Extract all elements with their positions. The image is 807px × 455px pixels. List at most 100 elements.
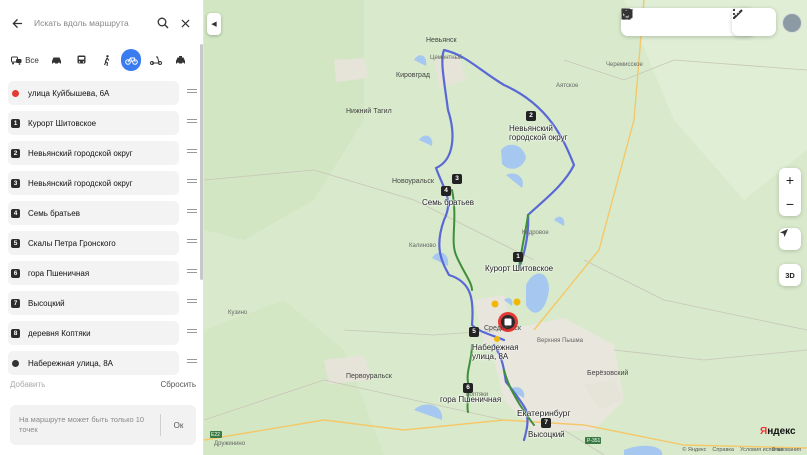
car-icon — [52, 57, 61, 64]
route-badge-6[interactable]: 6 — [463, 383, 473, 393]
waypoint-field[interactable]: улица Куйбышева, 6А — [8, 81, 179, 105]
close-icon[interactable] — [174, 12, 196, 34]
map-footer: © Яндекс Справка Условия использования — [682, 447, 801, 453]
user-avatar[interactable] — [782, 13, 802, 33]
waypoint-row: Невьянский городской округ 2 — [8, 140, 200, 170]
route-badge-1[interactable]: 1 — [513, 252, 523, 262]
drag-handle-icon[interactable] — [187, 299, 197, 307]
waypoint-row: Курорт Шитовское 1 — [8, 110, 200, 140]
zoom-in-button[interactable]: + — [779, 168, 801, 192]
waypoint-field[interactable]: Невьянский городской округ — [8, 171, 179, 195]
place-nevyansk: Невьянск — [426, 37, 457, 44]
route-label-yekaterinburg: Екатеринбург — [517, 408, 571, 418]
place-kedrovoe: Кедровое — [522, 230, 549, 236]
road-shield-r351: Р-351 — [587, 438, 601, 444]
footer-terms-link[interactable]: Условия использования — [740, 447, 801, 453]
map-layers-icon[interactable] — [621, 8, 671, 30]
place-kirovgrad: Кировград — [396, 72, 430, 79]
drag-handle-icon[interactable] — [187, 119, 197, 127]
search-icon[interactable] — [152, 12, 174, 34]
route-badge-5[interactable]: 5 — [469, 327, 479, 337]
drag-handle-icon[interactable] — [187, 149, 197, 157]
drag-handle-icon[interactable] — [187, 329, 197, 337]
mode-bike-button[interactable] — [121, 49, 141, 71]
route-panel: Искать вдоль маршрута Все улица Куйбышев… — [0, 0, 204, 455]
place-cementny: Цементный — [430, 55, 463, 61]
waypoint-number-badge: 7 — [11, 299, 20, 308]
waypoint-list: улица Куйбышева, 6А Курорт Шитовское 1 Невь… — [8, 80, 200, 380]
chevron-left-icon: ◀ — [211, 21, 217, 28]
route-badge-3[interactable]: 3 — [452, 174, 462, 184]
waypoint-number-badge: 8 — [11, 329, 20, 338]
waypoint-dot-icon — [12, 360, 19, 367]
drag-handle-icon[interactable] — [187, 209, 197, 217]
waypoint-field[interactable]: деревня Коптяки — [8, 321, 179, 345]
back-arrow-icon[interactable] — [8, 14, 26, 32]
scooter-icon — [149, 56, 162, 65]
waypoint-number-badge: 5 — [11, 239, 20, 248]
waypoint-row: Высоцкий 7 — [8, 290, 200, 320]
waypoint-field[interactable]: Невьянский городской округ — [8, 141, 179, 165]
limit-notice: На маршруте может быть только 10 точек О… — [10, 405, 196, 445]
mode-walk-button[interactable] — [96, 49, 117, 71]
waypoint-field[interactable]: гора Пшеничная — [8, 261, 179, 285]
place-ayatskoe: Аятское — [556, 83, 579, 89]
drag-handle-icon[interactable] — [187, 179, 197, 187]
place-novouralsk: Новоуральск — [392, 178, 434, 185]
waypoint-label: гора Пшеничная — [28, 268, 90, 278]
drag-handle-icon[interactable] — [187, 269, 197, 277]
waypoint-field[interactable]: Набережная улица, 8А — [8, 351, 179, 375]
waypoint-label: Курорт Шитовское — [28, 118, 97, 128]
waypoint-row: деревня Коптяки 8 — [8, 320, 200, 350]
map-scale: 9 км — [772, 447, 783, 453]
route-badge-4[interactable]: 4 — [441, 186, 451, 196]
more-menu-icon[interactable] — [732, 8, 773, 30]
waypoint-field[interactable]: Высоцкий — [8, 291, 179, 315]
mode-transit-button[interactable] — [71, 49, 92, 71]
mode-taxi-button[interactable] — [170, 49, 191, 71]
route-badge-2[interactable]: 2 — [526, 111, 536, 121]
waypoint-row: улица Куйбышева, 6А — [8, 80, 200, 110]
drag-handle-icon[interactable] — [187, 89, 197, 97]
search-row: Искать вдоль маршрута — [8, 8, 196, 38]
waypoint-label: Высоцкий — [28, 298, 65, 308]
route-badge-7[interactable]: 7 — [541, 418, 551, 428]
transit-layer-icon[interactable] — [621, 8, 721, 30]
map-view[interactable]: E22 Р-351 Невьянск Цементный Кировград Ч… — [204, 0, 807, 455]
ruler-icon[interactable] — [733, 9, 751, 30]
place-srednouralsk: Средне...ск — [484, 325, 521, 332]
bus-icon — [77, 55, 86, 64]
my-location-button[interactable] — [779, 228, 801, 250]
waypoint-label: Скалы Петра Гронского — [28, 238, 116, 248]
route-search-input[interactable]: Искать вдоль маршрута — [26, 18, 152, 28]
mode-scooter-button[interactable] — [145, 49, 166, 71]
panel-scrollbar[interactable] — [200, 44, 203, 280]
waypoint-label: Набережная улица, 8А — [28, 358, 113, 368]
mode-all-label: Все — [25, 55, 39, 65]
notice-ok-button[interactable]: Ок — [161, 421, 196, 430]
waypoint-label: Невьянский городской округ — [28, 148, 133, 158]
waypoint-field[interactable]: Скалы Петра Гронского — [8, 231, 179, 255]
route-label-naberezhnaya: Набережная улица, 8А — [472, 343, 519, 361]
view-3d-button[interactable]: 3D — [779, 264, 801, 286]
place-pervouralsk: Первоуральск — [346, 373, 392, 380]
waypoint-field[interactable]: Семь братьев — [8, 201, 179, 225]
footer-help-link[interactable]: Справка — [712, 447, 734, 453]
waypoint-field[interactable]: Курорт Шитовское — [8, 111, 179, 135]
collapse-panel-button[interactable]: ◀ — [207, 13, 221, 35]
road-shield-e22: E22 — [211, 432, 220, 438]
waypoint-row: Семь братьев 4 — [8, 200, 200, 230]
waypoint-number-badge: 4 — [11, 209, 20, 218]
drag-handle-icon[interactable] — [187, 239, 197, 247]
place-kalinovo: Калиново — [409, 243, 436, 249]
add-waypoint-button[interactable]: Добавить — [10, 380, 45, 392]
mode-all-button[interactable]: Все — [8, 49, 42, 71]
reset-button[interactable]: Сбросить — [160, 380, 196, 392]
drag-handle-icon[interactable] — [187, 359, 197, 367]
waypoint-label: Семь братьев — [28, 208, 80, 218]
walk-icon — [103, 54, 109, 66]
zoom-out-button[interactable]: − — [779, 192, 801, 216]
panorama-icon[interactable] — [622, 9, 696, 30]
waypoint-row: Набережная улица, 8А — [8, 350, 200, 380]
mode-car-button[interactable] — [46, 49, 67, 71]
